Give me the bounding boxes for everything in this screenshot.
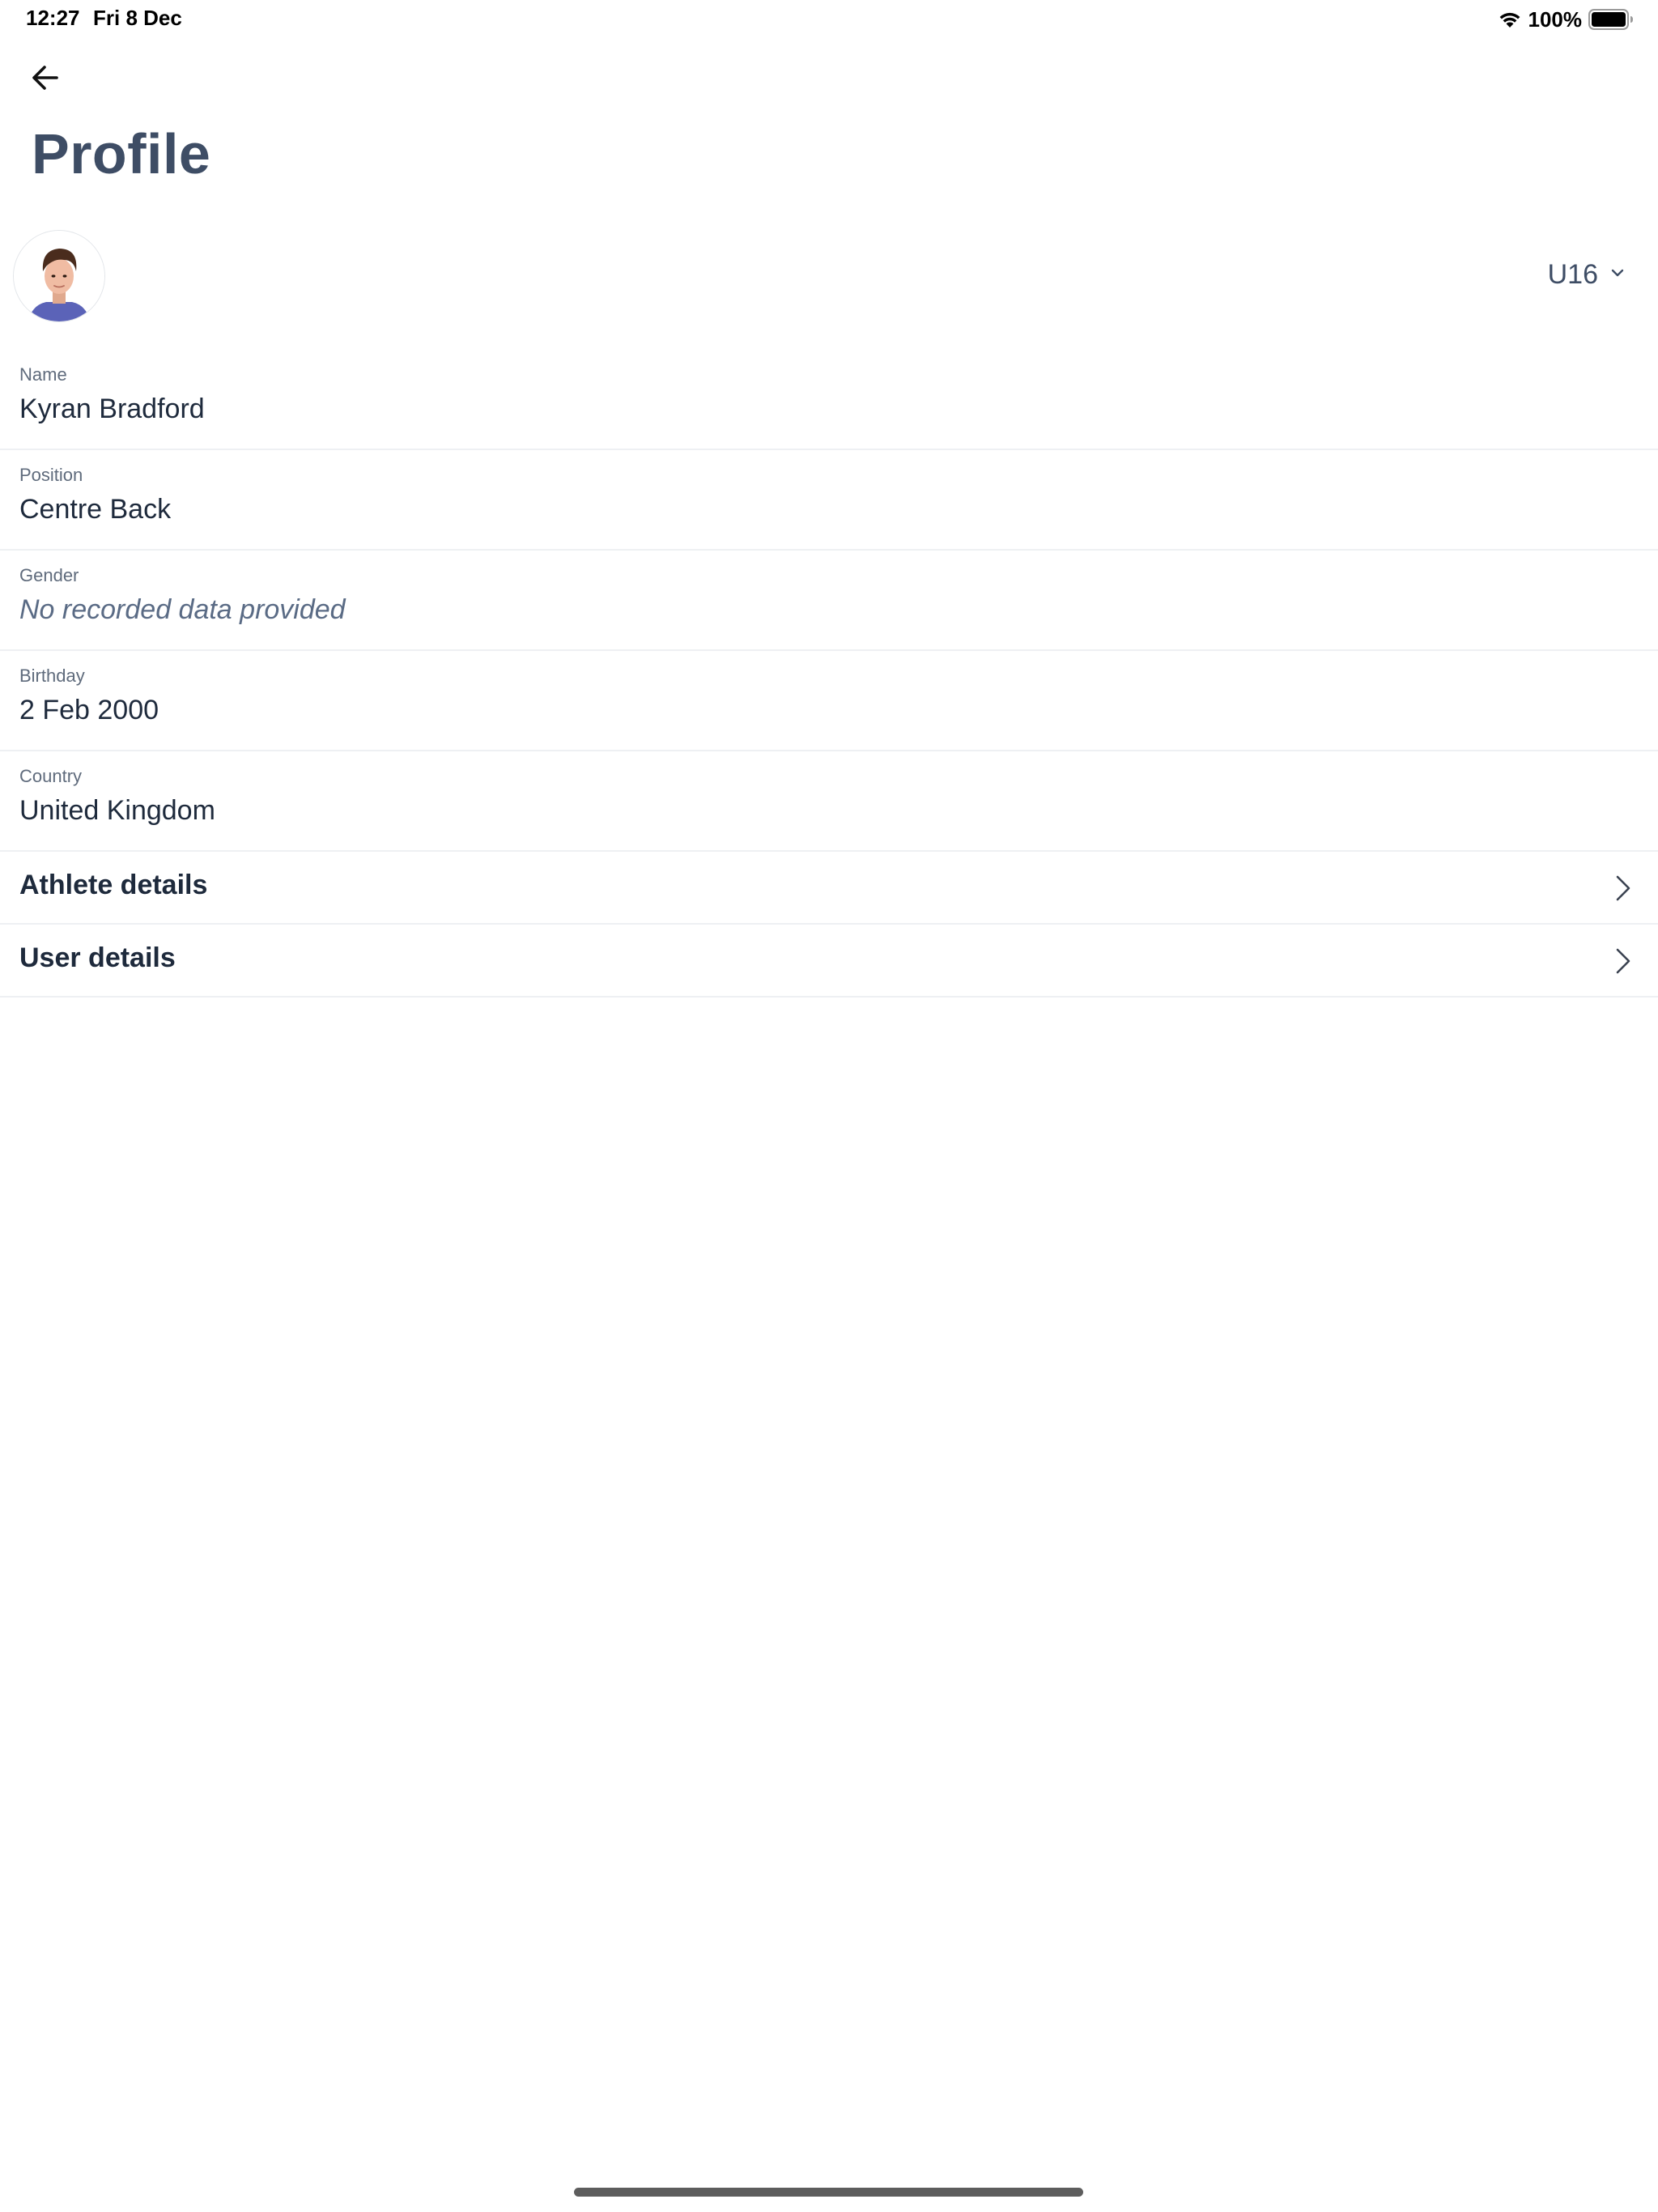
field-value: 2 Feb 2000 — [19, 695, 159, 725]
chevron-down-icon — [1609, 265, 1626, 285]
field-value: No recorded data provided — [19, 594, 346, 625]
squad-label: U16 — [1547, 258, 1598, 290]
field-country: Country United Kingdom — [0, 751, 1658, 852]
profile-fields: Name Kyran Bradford Position Centre Back… — [0, 350, 1658, 998]
field-gender: Gender No recorded data provided — [0, 551, 1658, 651]
field-value: Centre Back — [19, 494, 172, 525]
back-button[interactable] — [26, 60, 65, 99]
wifi-icon — [1498, 10, 1522, 29]
field-label: Country — [19, 766, 83, 786]
avatar[interactable] — [13, 230, 105, 322]
profile-screen: 12:27 Fri 8 Dec 100% Profile U16 Name Ky… — [0, 0, 1658, 2212]
field-position: Position Centre Back — [0, 450, 1658, 551]
field-birthday: Birthday 2 Feb 2000 — [0, 651, 1658, 751]
field-label: Name — [19, 364, 67, 385]
squad-selector[interactable]: U16 — [1548, 254, 1626, 295]
battery-percent: 100% — [1528, 6, 1583, 32]
arrow-left-icon — [30, 62, 61, 97]
home-indicator[interactable] — [574, 2188, 1083, 2197]
field-label: Gender — [19, 565, 79, 585]
field-label: Birthday — [19, 666, 85, 686]
status-indicators: 100% — [1498, 5, 1635, 34]
battery-icon — [1588, 9, 1634, 30]
user-details-row[interactable]: User details — [0, 925, 1658, 998]
field-value: United Kingdom — [19, 795, 215, 826]
athlete-details-label: Athlete details — [19, 870, 208, 900]
field-name: Name Kyran Bradford — [0, 350, 1658, 450]
field-label: Position — [19, 465, 83, 485]
page-title: Profile — [32, 122, 211, 185]
status-time: 12:27 — [26, 6, 80, 30]
status-date: Fri 8 Dec — [93, 6, 182, 30]
field-value: Kyran Bradford — [19, 393, 205, 424]
status-bar: 12:27 Fri 8 Dec 100% — [0, 0, 1658, 39]
user-details-label: User details — [19, 942, 176, 973]
athlete-details-row[interactable]: Athlete details — [0, 852, 1658, 925]
